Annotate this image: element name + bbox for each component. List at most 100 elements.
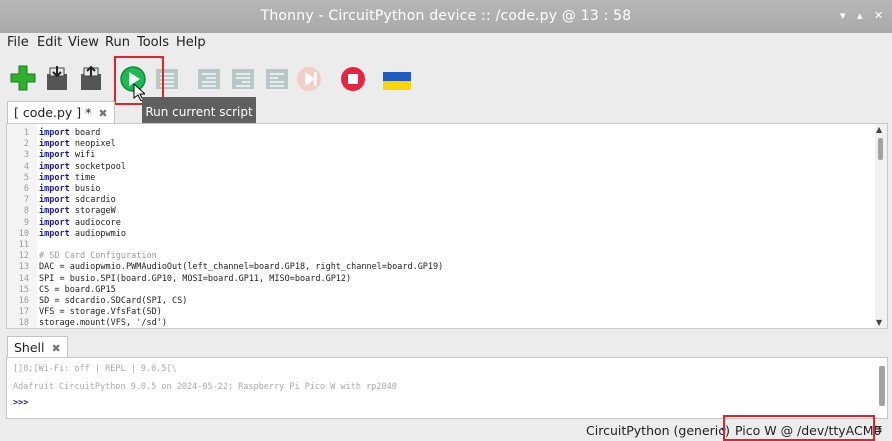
code-line: 8 import storageW (7, 206, 443, 217)
step-into-icon[interactable] (228, 62, 258, 94)
line-number: 11 (18, 240, 29, 251)
maximize-button[interactable]: ▴ (857, 9, 863, 22)
shell-panel[interactable]: []0;[Wi-Fi: off | REPL | 9.0.5[\ Adafrui… (6, 357, 888, 419)
new-file-icon[interactable] (8, 62, 38, 94)
code-text: busio (69, 184, 101, 195)
menu-bar: File Edit View Run Tools Help (0, 33, 892, 55)
menu-file[interactable]: File (7, 35, 29, 50)
tab-shell[interactable]: Shell ✖ (7, 336, 68, 359)
shell-line: Adafruit CircuitPython 9.0.5 on 2024-05-… (13, 382, 397, 392)
keyword: import (39, 184, 70, 195)
code-line: 7 import sdcardio (7, 195, 443, 206)
stop-icon[interactable] (338, 62, 368, 94)
shell-line: []0;[Wi-Fi: off | REPL | 9.0.5[\ (13, 364, 177, 374)
keyword: import (39, 161, 70, 172)
keyword: import (39, 206, 70, 217)
keyword: import (39, 195, 70, 206)
keyword: import (39, 150, 70, 161)
close-window-button[interactable]: ✕ (874, 9, 883, 22)
code-line: 1 import board (7, 128, 443, 139)
code-line: 6 import busio (7, 184, 443, 195)
code-line: 2 import neopixel (7, 139, 443, 150)
line-number: 14 (18, 273, 29, 284)
menu-tools[interactable]: Tools (137, 35, 169, 50)
line-number: 7 (23, 195, 29, 206)
step-out-icon[interactable] (262, 62, 292, 94)
code-text: time (69, 172, 96, 183)
line-number: 18 (18, 318, 29, 329)
step-over-icon[interactable] (194, 62, 224, 94)
code-editor[interactable]: 1 import board 2 import neopixel 3 import wif… (6, 123, 888, 329)
menu-edit[interactable]: Edit (37, 35, 62, 50)
line-number: 12 (18, 251, 29, 262)
code-line: 10 import audiopwmio (7, 229, 443, 240)
code-text: board (69, 128, 101, 138)
open-file-icon[interactable] (42, 62, 72, 94)
code-text: audiopwmio (69, 228, 127, 239)
shell-prompt[interactable]: >>> (13, 398, 28, 408)
line-number: 4 (23, 161, 29, 172)
title-bar: Thonny - CircuitPython device :: /code.p… (0, 0, 892, 33)
tab-label: [ code.py ] * (14, 105, 92, 120)
ukraine-flag-icon[interactable] (382, 62, 412, 94)
scroll-up-arrow-icon[interactable]: ▲ (876, 125, 882, 134)
line-number: 2 (23, 139, 29, 150)
tab-code-py[interactable]: [ code.py ] * ✖ (7, 101, 115, 124)
window-title: Thonny - CircuitPython device :: /code.p… (260, 8, 632, 24)
line-number: 6 (23, 184, 29, 195)
minimize-button[interactable]: ▾ (840, 9, 846, 22)
line-number: 8 (23, 206, 29, 217)
code-text: SD = sdcardio.SDCard(SPI, CS) (39, 296, 188, 307)
save-file-icon[interactable] (76, 62, 106, 94)
code-text: DAC = audiopwmio.PWMAudioOut(left_channe… (39, 262, 444, 273)
code-text: socketpool (69, 161, 127, 172)
code-line: 14 SPI = busio.SPI(board.GP10, MOSI=board… (7, 274, 443, 285)
keyword: import (39, 172, 70, 183)
device-highlight (723, 415, 875, 441)
code-line: 12 # SD Card Configuration (7, 251, 443, 262)
editor-scroll-thumb[interactable] (878, 138, 883, 160)
line-number: 9 (23, 217, 29, 228)
line-number: 10 (18, 228, 29, 239)
code-line: 18 storage.mount(VFS, '/sd') (7, 318, 443, 329)
editor-scrollbar[interactable]: ▲ ▼ (875, 124, 887, 328)
code-text: VFS = storage.VfsFat(SD) (39, 307, 162, 318)
code-text: sdcardio (69, 195, 116, 206)
code-text: CS = board.GP15 (39, 284, 116, 295)
line-number: 5 (23, 172, 29, 183)
code-line: 15 CS = board.GP15 (7, 285, 443, 296)
code-text: SPI = busio.SPI(board.GP10, MOSI=board.G… (39, 273, 352, 284)
line-number: 15 (18, 284, 29, 295)
menu-help[interactable]: Help (176, 35, 206, 50)
line-number: 3 (23, 150, 29, 161)
resume-icon[interactable] (294, 62, 324, 94)
keyword: import (39, 228, 70, 239)
scroll-down-arrow-icon[interactable]: ▼ (876, 318, 882, 327)
code-line: 11 (7, 240, 443, 251)
shell-tab-label: Shell (14, 340, 45, 355)
shell-scroll-thumb[interactable] (879, 366, 885, 406)
editor-tab-row: [ code.py ] * ✖ (0, 100, 892, 124)
keyword: import (39, 217, 70, 228)
close-shell-icon[interactable]: ✖ (51, 342, 60, 355)
code-line: 16 SD = sdcardio.SDCard(SPI, CS) (7, 296, 443, 307)
interpreter-label[interactable]: CircuitPython (generic) (586, 423, 730, 438)
code-line: 9 import audiocore (7, 218, 443, 229)
line-number: 16 (18, 296, 29, 307)
line-number: 17 (18, 307, 29, 318)
code-text: storageW (69, 206, 116, 217)
close-tab-icon[interactable]: ✖ (98, 107, 107, 120)
menu-run[interactable]: Run (105, 35, 130, 50)
menu-view[interactable]: View (68, 35, 99, 50)
keyword: import (39, 128, 70, 138)
line-number: 13 (18, 262, 29, 273)
line-number: 1 (23, 128, 29, 138)
code-line: 4 import socketpool (7, 162, 443, 173)
code-area[interactable]: 1 import board 2 import neopixel 3 import wif… (7, 128, 444, 329)
code-line: 13 DAC = audiopwmio.PWMAudioOut(left_chan… (7, 262, 444, 273)
code-line: 17 VFS = storage.VfsFat(SD) (7, 307, 443, 318)
code-text: audiocore (69, 217, 121, 228)
code-text: neopixel (69, 139, 116, 150)
code-comment: # SD Card Configuration (39, 251, 157, 262)
code-text: wifi (69, 150, 96, 161)
